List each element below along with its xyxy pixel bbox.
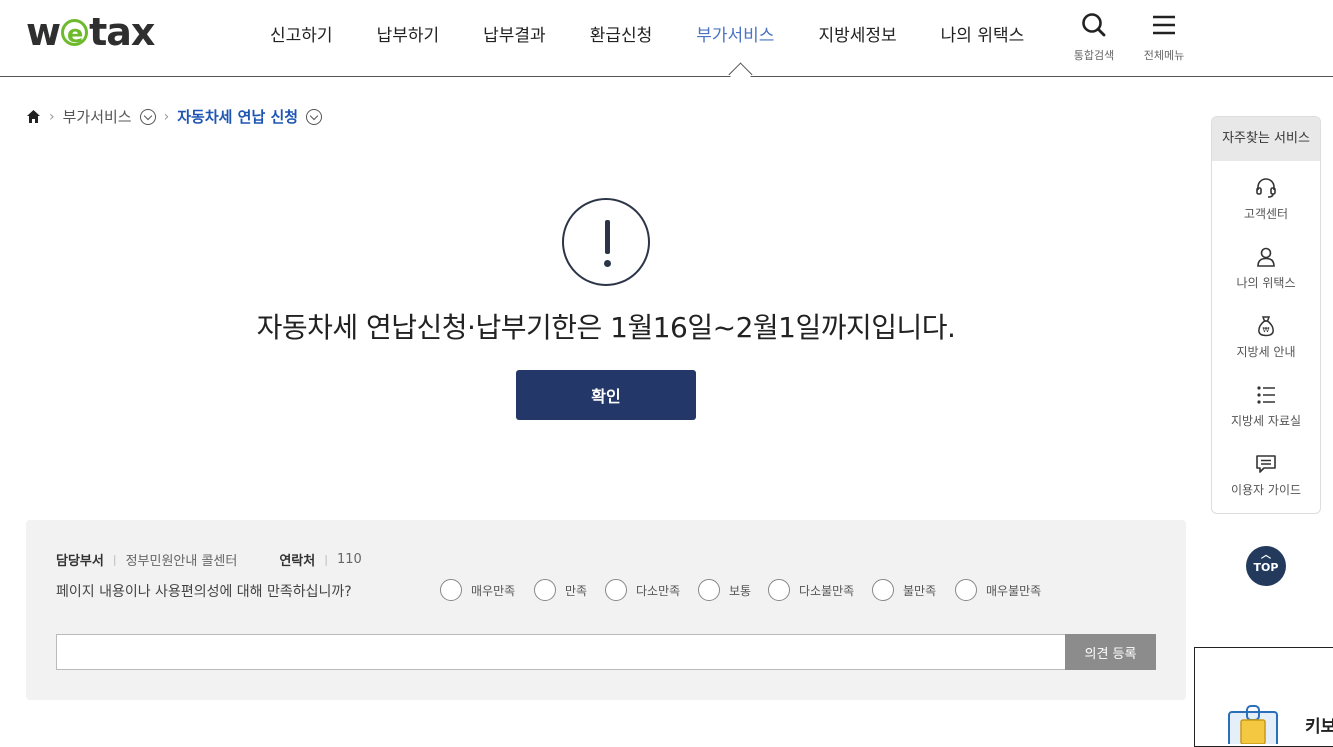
quick-item-label: 지방세 안내 [1236,345,1296,359]
all-menu-label: 전체메뉴 [1143,49,1185,62]
contact-key: 연락처 [279,554,316,569]
chevron-right-icon: › [49,108,55,125]
radio-dissatisfied[interactable]: 불만족 [872,579,936,601]
search-label: 통합검색 [1073,49,1115,62]
search-button[interactable]: 통합검색 [1064,12,1124,63]
top-label: TOP [1253,561,1279,574]
quick-item-label: 고객센터 [1243,207,1289,221]
survey-question: 페이지 내용이나 사용편의성에 대해 만족하십니까? [56,584,352,600]
radio-satisfied[interactable]: 만족 [534,579,587,601]
contact-value: 110 [336,552,362,567]
nav-refund[interactable]: 환급신청 [590,21,653,46]
chevron-up-icon: ︿ [1261,550,1271,561]
wetax-logo[interactable]: w e tax [26,10,155,54]
keyboard-panel-text: 키보 [1305,717,1333,737]
keyboard-lock-icon [1228,705,1278,744]
radio-somewhat-dissatisfied[interactable]: 다소불만족 [768,579,854,601]
radio-circle[interactable] [534,579,556,601]
radio-label: 다소불만족 [799,583,855,598]
quick-item-my-wetax[interactable]: 나의 위택스 [1212,230,1320,299]
radio-circle[interactable] [872,579,894,601]
chevron-right-icon: › [163,108,170,125]
department-value: 정부민원안내 콜센터 [125,554,238,569]
radio-circle[interactable] [698,579,720,601]
divider: | [112,553,117,566]
nav-payment-result[interactable]: 납부결과 [483,21,546,46]
radio-label: 만족 [565,583,588,598]
radio-very-satisfied[interactable]: 매우만족 [440,579,515,601]
submit-opinion-button[interactable]: 의견 등록 [1065,634,1156,670]
breadcrumb-current[interactable]: 자동차세 연납 신청 [177,106,298,127]
alert-message: 자동차세 연납신청·납부기한은 1월16일~2월1일까지입니다. [256,311,956,344]
nav-payment[interactable]: 납부하기 [377,21,440,46]
radio-circle[interactable] [955,579,977,601]
keyboard-security-panel[interactable]: 키보 [1194,647,1333,747]
radio-neutral[interactable]: 보통 [698,579,751,601]
breadcrumb-level1[interactable]: 부가서비스 [63,106,132,127]
radio-label: 다소만족 [636,583,681,598]
nav-additional-services[interactable]: 부가서비스 [696,21,774,46]
radio-somewhat-satisfied[interactable]: 다소만족 [605,579,680,601]
exclamation-icon [562,198,650,286]
chevron-down-icon[interactable] [139,108,156,125]
radio-very-dissatisfied[interactable]: 매우불만족 [955,579,1041,601]
all-menu-button[interactable]: 전체메뉴 [1134,12,1194,63]
nav-report[interactable]: 신고하기 [270,21,333,46]
divider: | [324,553,328,566]
user-icon [1257,247,1275,267]
quick-item-user-guide[interactable]: 이용자 가이드 [1212,437,1320,506]
home-icon[interactable] [26,109,41,124]
svg-text:₩: ₩ [1263,326,1270,334]
department-key: 담당부서 [56,554,104,569]
quick-item-customer-center[interactable]: 고객센터 [1212,161,1320,230]
nav-local-tax-info[interactable]: 지방세정보 [818,21,896,46]
nav-my-wetax[interactable]: 나의 위택스 [941,21,1025,46]
quick-item-label: 지방세 자료실 [1230,414,1302,428]
search-icon [1082,13,1106,37]
quick-item-label: 이용자 가이드 [1230,483,1302,497]
quick-item-label: 나의 위택스 [1236,276,1296,290]
breadcrumb: › 부가서비스 › 자동차세 연납 신청 [26,106,323,127]
site-header: w e tax 신고하기 납부하기 납부결과 환급신청 부가서비스 지방세정보 나의… [0,0,1333,77]
confirm-button[interactable]: 확인 [516,370,696,420]
radio-circle[interactable] [605,579,627,601]
radio-circle[interactable] [768,579,790,601]
money-bag-icon: ₩ [1258,316,1274,337]
hamburger-icon [1153,15,1175,35]
scroll-top-button[interactable]: ︿ TOP [1246,546,1286,586]
main-nav: 신고하기 납부하기 납부결과 환급신청 부가서비스 지방세정보 나의 위택스 [248,21,1046,46]
chat-icon [1256,455,1276,473]
opinion-input[interactable] [56,634,1066,670]
headset-icon [1256,178,1276,198]
quick-services-panel: 자주찾는 서비스 고객센터 나의 위택스 ₩ 지방세 안내 지방세 자료실 이용… [1211,116,1321,514]
department-info: 담당부서 | 정부민원안내 콜센터 연락처 | 110 [56,550,362,569]
list-icon [1257,386,1275,404]
quick-item-local-tax-guide[interactable]: ₩ 지방세 안내 [1212,299,1320,368]
radio-circle[interactable] [440,579,462,601]
radio-label: 매우불만족 [986,583,1042,598]
quick-item-local-tax-library[interactable]: 지방세 자료실 [1212,368,1320,437]
satisfaction-survey: 담당부서 | 정부민원안내 콜센터 연락처 | 110 페이지 내용이나 사용편… [26,520,1186,700]
radio-label: 불만족 [903,583,937,598]
radio-label: 매우만족 [471,583,516,598]
radio-label: 보통 [729,583,752,598]
quick-services-title: 자주찾는 서비스 [1212,117,1320,161]
chevron-down-icon[interactable] [306,108,323,125]
